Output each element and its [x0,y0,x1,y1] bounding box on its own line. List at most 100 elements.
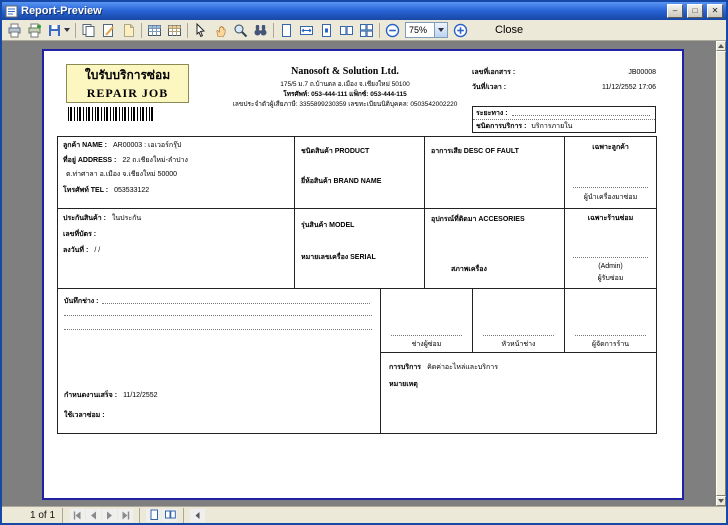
warranty-value: ในประกัน [112,214,141,223]
technician-label: ช่างผู้ซ่อม [381,340,472,349]
signature-line [483,335,554,336]
scroll-down-button[interactable] [716,496,726,506]
manager-label: ผู้จัดการร้าน [565,340,656,349]
whole-page-view-button[interactable] [277,22,296,39]
window-icon [5,5,18,18]
repair-job-title-th: ใบรับบริการซ่อม [85,66,170,85]
doc-no-value: JB00008 [628,68,656,77]
continuous-mode-icon [164,509,176,521]
next-page-icon [104,510,115,521]
customer-name-label: ลูกค้า NAME : [63,141,107,150]
search-text-button[interactable] [251,22,270,39]
chevron-down-icon [438,28,444,32]
first-page-button[interactable] [70,509,85,522]
statusbar-separator [62,508,63,523]
two-page-view-icon [339,23,354,38]
print-setup-icon [27,23,42,38]
duration-label: ใช้เวลาซ่อม : [64,411,105,420]
zoom-in-button[interactable] [451,22,470,39]
print-icon [7,23,22,38]
warranty-card-no-label: เลขที่บัตร : [63,230,96,239]
minimize-button[interactable]: – [667,4,683,18]
product-kind-label: ชนิดสินค้า PRODUCT [301,147,369,156]
accessories-label: อุปกรณ์ที่ติดมา ACCESORIES [431,215,525,224]
doc-no-label: เลขที่เอกสาร : [472,68,515,77]
service-info-box: ระยะทาง : ชนิดการบริการ : บริการภายใน [472,106,656,133]
shop-only-label: เฉพาะร้านซ่อม [565,214,656,223]
service-text: คิดค่าอะไหล่และบริการ [427,363,498,372]
shop-sign-cell: เฉพาะร้านซ่อม (Admin) ผู้รับซ่อม [565,209,656,289]
multi-page-view-icon [359,23,374,38]
warranty-card-date-value: / / [94,246,100,255]
zoom-out-button[interactable] [383,22,402,39]
scroll-up-button[interactable] [716,41,726,51]
note-line [64,315,372,316]
due-value: 11/12/2552 [123,391,158,400]
title-bar[interactable]: Report-Preview – □ ✕ [2,2,726,20]
window-title: Report-Preview [21,5,663,17]
zoom-dropdown-button[interactable] [434,23,447,37]
technician-sign-box: ช่างผู้ซ่อม [381,289,473,353]
previous-page-icon [88,510,99,521]
scroll-left-button[interactable] [190,509,205,522]
zoom-out-icon [385,23,400,38]
scrollbar-thumb[interactable] [716,51,726,496]
page-width-view-button[interactable] [297,22,316,39]
export-icon [47,23,62,38]
last-page-icon [120,510,131,521]
pan-hand-button[interactable] [211,22,230,39]
document-area[interactable]: ใบรับบริการซ่อม REPAIR JOB Nanosoft & So… [2,41,726,506]
condition-label: สภาพเครื่อง [451,265,487,274]
close-window-button[interactable]: ✕ [707,4,723,18]
company-tax-id: เลขประจำตัวผู้เสียภาษี: 3355899230359 เล… [202,100,488,109]
tech-notes-cell: บันทึกช่าง : กำหนดงานเสร็จ : 11/12/2552 … [58,289,381,433]
barcode [68,107,154,121]
distance-fill-line [512,115,650,116]
model-label: รุ่นสินค้า MODEL [301,221,354,230]
statusbar-separator [139,508,140,523]
zoom-magnifier-button[interactable] [231,22,250,39]
table-style-button[interactable] [165,22,184,39]
previous-page-button[interactable] [86,509,101,522]
status-bar: 1 of 1 [2,506,726,523]
service-label: การบริการ [389,363,421,372]
last-page-button[interactable] [118,509,133,522]
whole-page-view-icon [279,23,294,38]
page-indicator: 1 of 1 [30,510,55,521]
maximize-button[interactable]: □ [687,4,703,18]
warranty-cell: ประกันสินค้า : ในประกัน เลขที่บัตร : ลงว… [58,209,295,289]
chief-label: หัวหน้าช่าง [473,340,564,349]
multi-page-view-button[interactable] [357,22,376,39]
table-view-button[interactable] [145,22,164,39]
zoom-combobox[interactable]: 75% [405,22,448,38]
page-button[interactable] [119,22,138,39]
edit-page-button[interactable] [99,22,118,39]
arrow-up-icon [718,44,724,48]
chief-sign-box: หัวหน้าช่าง [473,289,565,353]
export-button[interactable] [45,22,72,39]
export-dropdown-icon [64,28,70,32]
signature-line [573,257,648,258]
product-cell: ชนิดสินค้า PRODUCT ยี่ห้อสินค้า BRAND NA… [295,137,425,209]
two-page-view-button[interactable] [337,22,356,39]
toolbar-separator [75,23,76,38]
print-button[interactable] [5,22,24,39]
form-table: ลูกค้า NAME : AR00003 : เอเวอร์กรุ๊ป ที่… [57,136,657,434]
print-setup-button[interactable] [25,22,44,39]
continuous-mode-button[interactable] [162,509,177,522]
actual-size-view-button[interactable] [317,22,336,39]
remark-label: หมายเหตุ [389,380,418,389]
warranty-label: ประกันสินค้า : [63,214,106,223]
customer-sign-cell: เฉพาะลูกค้า ผู้นำเครื่องมาซ่อม [565,137,656,209]
copy-button[interactable] [79,22,98,39]
single-page-mode-button[interactable] [146,509,161,522]
vertical-scrollbar[interactable] [716,41,726,506]
search-text-icon [253,23,268,38]
select-cursor-button[interactable] [191,22,210,39]
close-preview-button[interactable]: Close [485,22,533,39]
company-address: 175/5 ม.7 ถ.บ้านตล อ.เมือง จ.เชียงใหม่ 5… [202,80,488,89]
report-preview-window: Report-Preview – □ ✕ 75% Close [0,0,728,525]
due-label: กำหนดงานเสร็จ : [64,391,117,400]
next-page-button[interactable] [102,509,117,522]
manager-sign-box: ผู้จัดการร้าน [565,289,656,353]
